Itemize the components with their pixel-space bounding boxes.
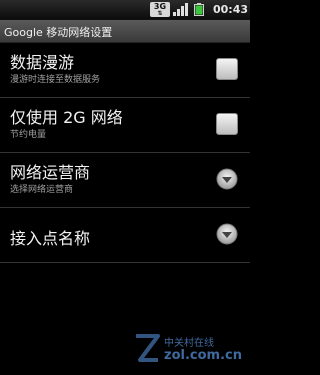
clock: 00:43 (213, 3, 249, 16)
setting-data-roaming[interactable]: 数据漫游 漫游时连接至数据服务 (0, 43, 250, 98)
setting-network-operator[interactable]: 网络运营商 选择网络运营商 (0, 153, 250, 208)
zol-logo-icon (136, 334, 160, 362)
settings-list: 数据漫游 漫游时连接至数据服务 仅使用 2G 网络 节约电量 网络运营商 选择网… (0, 43, 250, 263)
setting-label: 接入点名称 (10, 229, 91, 248)
title-bar: Google 移动网络设置 (0, 20, 250, 43)
setting-summary: 节约电量 (10, 130, 47, 140)
data-roaming-checkbox[interactable] (216, 58, 238, 80)
checkmark-icon (220, 116, 236, 132)
android-settings-screen: 3G ⇅ 00:43 Google 移动网络设置 数据漫游 漫游时连接至数据服务 (0, 0, 250, 375)
status-bar: 3G ⇅ 00:43 (0, 0, 250, 20)
checkmark-icon (220, 61, 236, 77)
watermark-line-1: 中关村在线 (164, 338, 214, 349)
setting-access-point-names[interactable]: 接入点名称 (0, 208, 250, 263)
page-title: Google 移动网络设置 (4, 26, 113, 39)
setting-2g-only[interactable]: 仅使用 2G 网络 节约电量 (0, 98, 250, 153)
chevron-down-icon[interactable] (216, 223, 238, 245)
2g-only-checkbox[interactable] (216, 113, 238, 135)
setting-label: 仅使用 2G 网络 (10, 108, 123, 127)
setting-summary: 选择网络运营商 (10, 185, 74, 195)
setting-summary: 漫游时连接至数据服务 (10, 75, 101, 85)
signal-bars-icon (173, 3, 188, 16)
battery-icon (194, 3, 204, 16)
zol-watermark: 中关村在线 zol.com.cn (130, 330, 248, 370)
setting-label: 数据漫游 (10, 53, 75, 72)
watermark-line-2: zol.com.cn (164, 348, 242, 363)
chevron-down-icon[interactable] (216, 168, 238, 190)
setting-label: 网络运营商 (10, 163, 91, 182)
3g-data-icon: 3G ⇅ (150, 2, 170, 17)
